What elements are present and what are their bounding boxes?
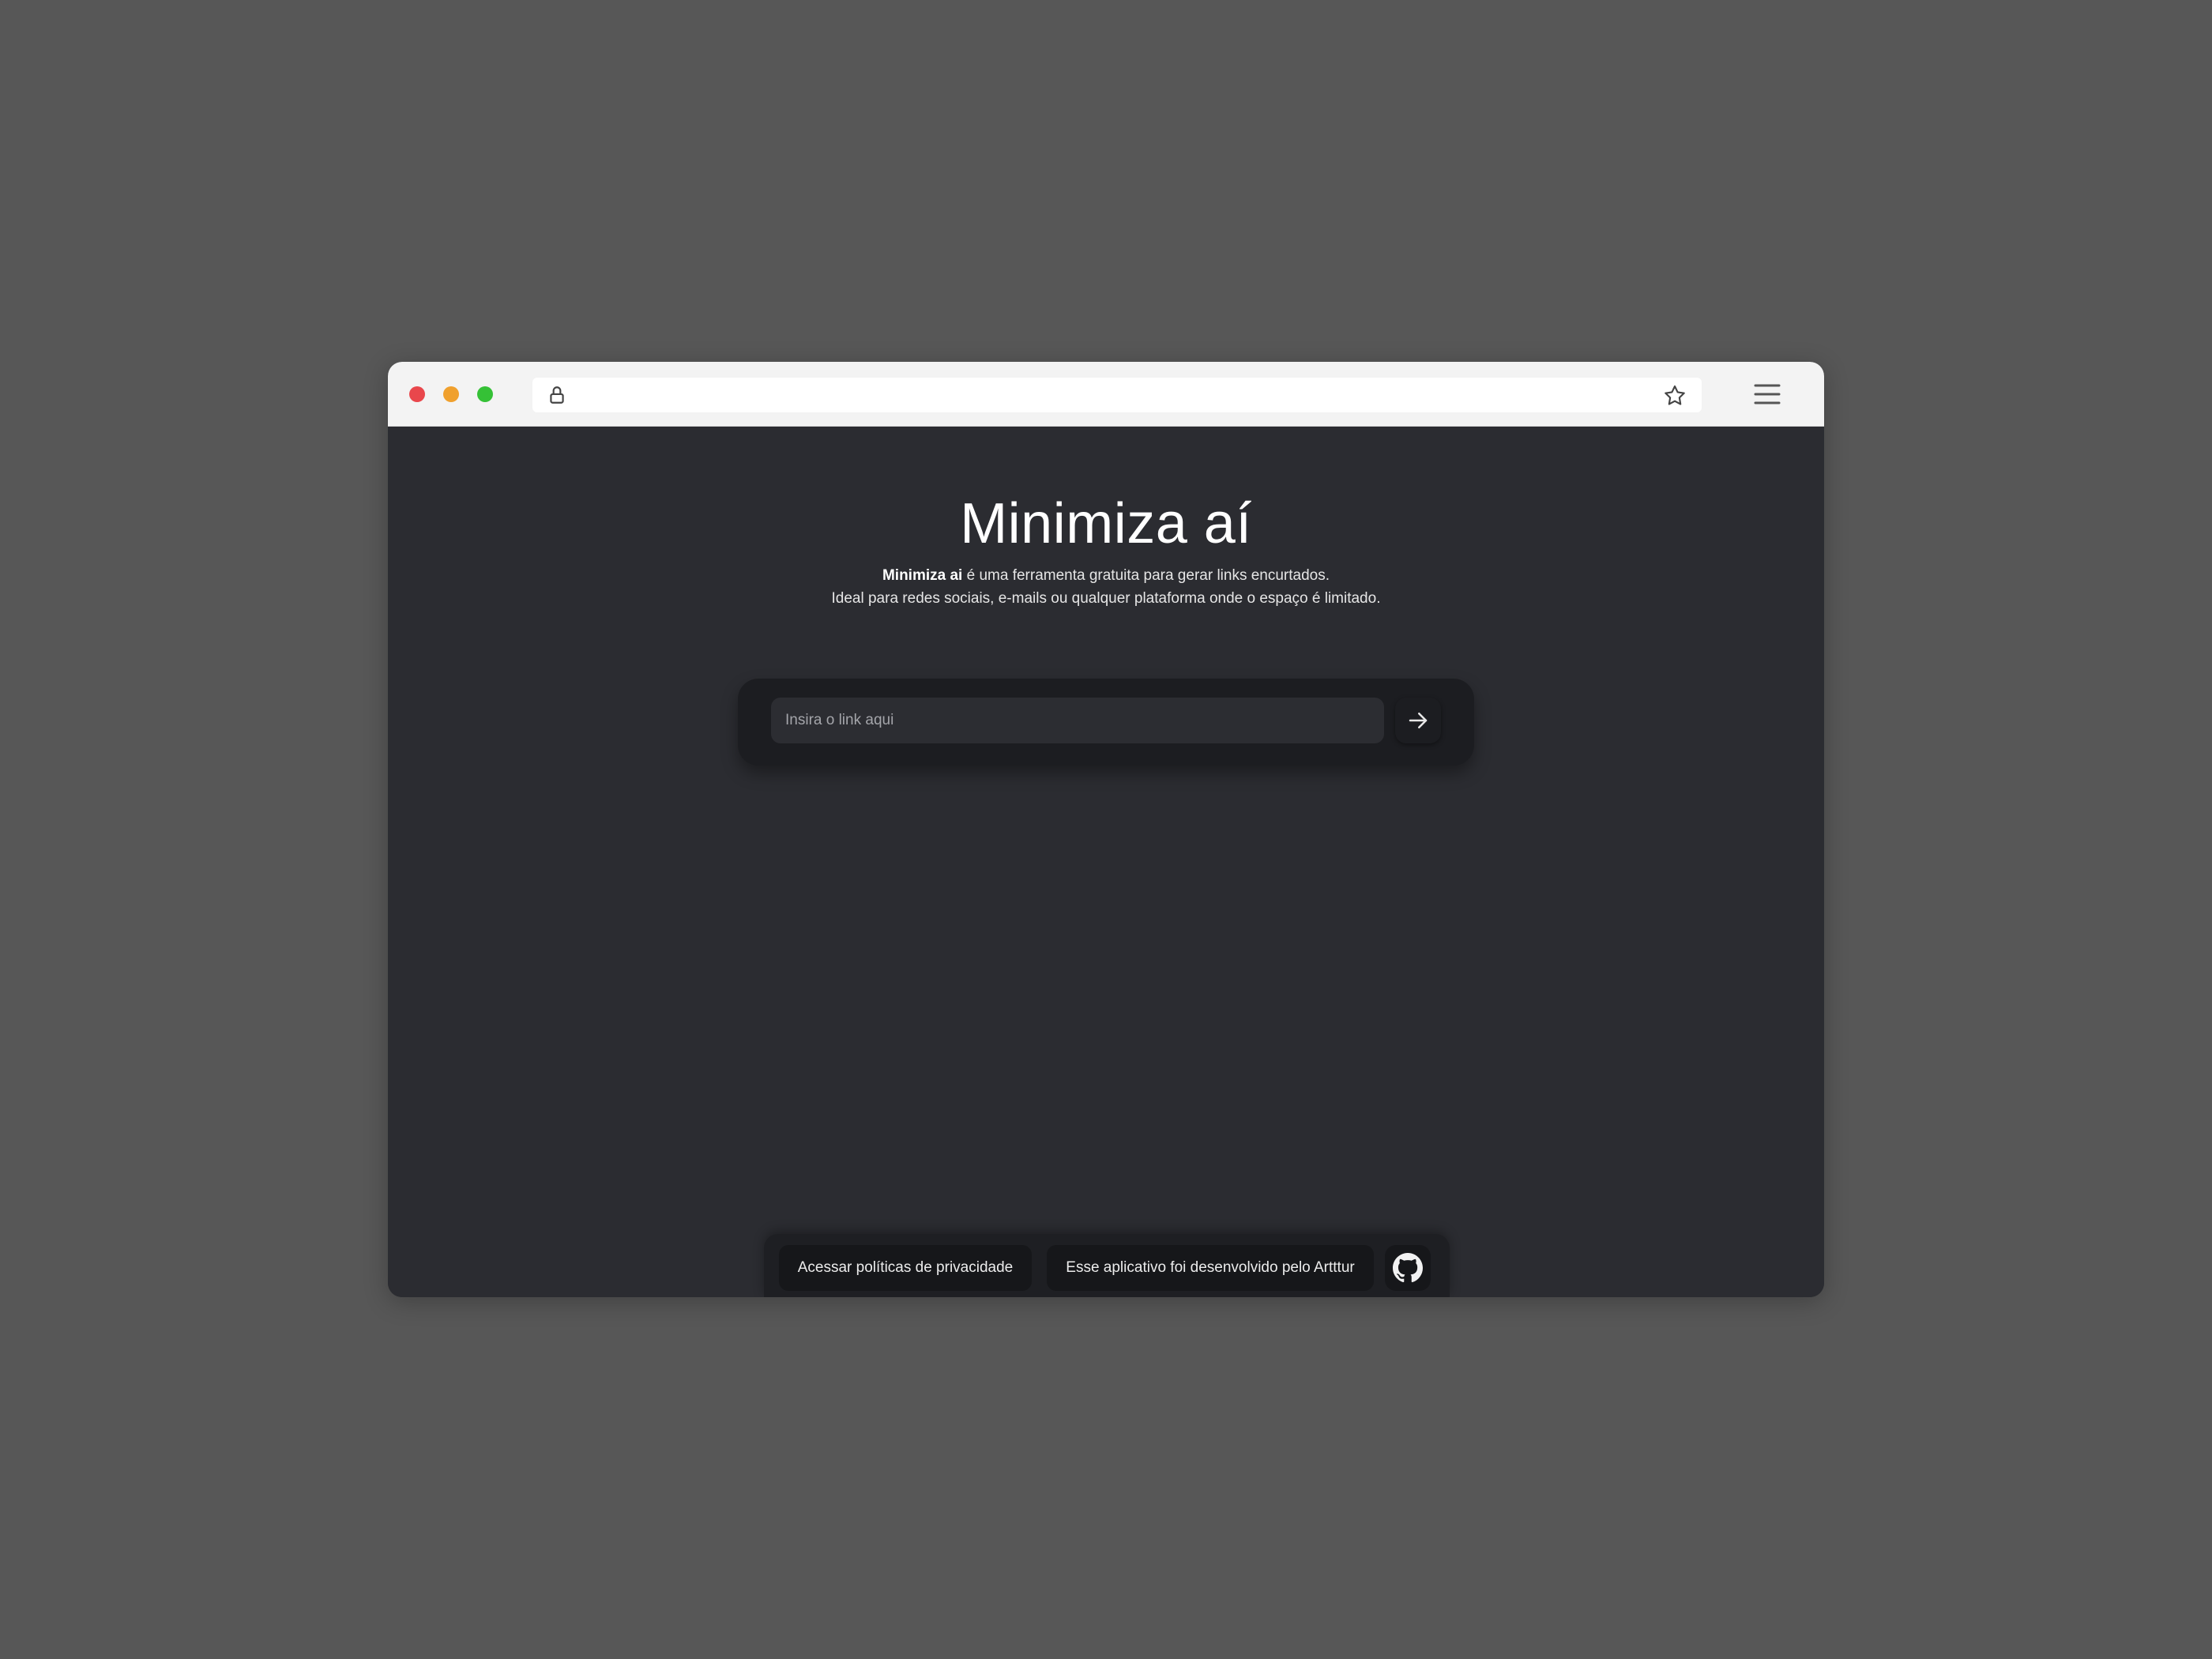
footer-bar: Acessar políticas de privacidade Esse ap… xyxy=(764,1234,1450,1297)
hamburger-menu-icon[interactable] xyxy=(1753,382,1781,407)
browser-window: Minimiza aí Minimiza ai é uma ferramenta… xyxy=(388,362,1824,1297)
page-subtitle: Minimiza ai é uma ferramenta gratuita pa… xyxy=(388,567,1824,585)
page-subtitle-line2: Ideal para redes sociais, e-mails ou qua… xyxy=(831,590,1381,607)
author-credit-button[interactable]: Esse aplicativo foi desenvolvido pelo Ar… xyxy=(1047,1245,1374,1291)
lock-icon xyxy=(550,386,564,404)
subtitle-brand: Minimiza ai xyxy=(882,567,963,584)
link-input[interactable] xyxy=(771,698,1384,743)
submit-button[interactable] xyxy=(1395,698,1441,743)
bookmark-star-icon[interactable] xyxy=(1662,383,1687,408)
page-content: Minimiza aí Minimiza ai é uma ferramenta… xyxy=(388,427,1824,1297)
close-window-dot[interactable] xyxy=(409,386,425,402)
github-button[interactable] xyxy=(1385,1245,1431,1291)
shortener-card xyxy=(738,679,1474,766)
privacy-policy-button[interactable]: Acessar políticas de privacidade xyxy=(779,1245,1032,1291)
address-bar[interactable] xyxy=(532,378,1702,412)
subtitle-description: é uma ferramenta gratuita para gerar lin… xyxy=(962,567,1330,584)
browser-titlebar xyxy=(388,362,1824,427)
github-icon xyxy=(1393,1253,1423,1283)
minimize-window-dot[interactable] xyxy=(443,386,459,402)
arrow-right-icon xyxy=(1409,713,1428,728)
maximize-window-dot[interactable] xyxy=(477,386,493,402)
page-title: Minimiza aí xyxy=(960,492,1252,555)
